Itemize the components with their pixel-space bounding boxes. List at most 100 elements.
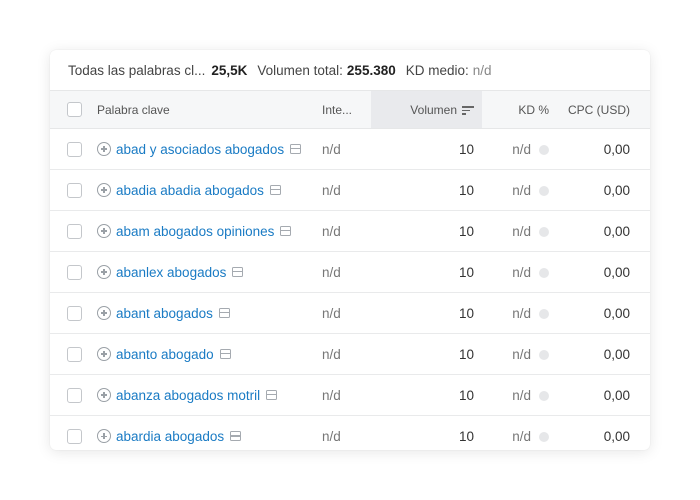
plus-circle-icon[interactable] (97, 347, 111, 361)
row-checkbox-cell (50, 128, 97, 170)
kd-cell: n/d (482, 251, 559, 293)
row-checkbox[interactable] (67, 387, 82, 403)
keyword-link[interactable]: abanlex abogados (116, 265, 226, 280)
kd-dot-icon (539, 431, 549, 442)
table-row: abardia abogados n/d 10 n/d 0,00 (50, 416, 650, 451)
intent-value: n/d (322, 374, 371, 416)
keyword-cell: abanlex abogados (97, 251, 322, 293)
row-checkbox[interactable] (67, 264, 82, 280)
kd-dot-icon (539, 226, 549, 237)
row-checkbox-cell (50, 251, 97, 293)
row-checkbox-cell (50, 169, 97, 211)
serp-features-icon[interactable] (230, 431, 242, 442)
intent-value: n/d (322, 128, 371, 170)
plus-circle-icon[interactable] (97, 429, 111, 444)
column-header-cpc[interactable]: CPC (USD) (559, 90, 650, 129)
column-header-volume[interactable]: Volumen (371, 90, 482, 129)
total-volume-label: Volumen total: (257, 62, 343, 78)
column-header-intent[interactable]: Inte... (322, 90, 371, 129)
intent-value: n/d (322, 292, 371, 334)
serp-features-icon[interactable] (218, 308, 230, 318)
average-kd-label: KD medio: (405, 62, 469, 78)
keyword-cell: abanza abogados motril (97, 374, 322, 416)
table-row: abanto abogado n/d 10 n/d 0,00 (50, 333, 650, 375)
keyword-cell: abant abogados (97, 292, 322, 334)
select-all-cell (50, 90, 97, 129)
kd-cell: n/d (482, 292, 559, 334)
volume-value: 10 (371, 374, 482, 416)
select-all-checkbox[interactable] (67, 102, 82, 118)
row-checkbox[interactable] (67, 346, 82, 362)
row-checkbox-cell (50, 333, 97, 375)
intent-value: n/d (322, 210, 371, 252)
volume-value: 10 (371, 251, 482, 293)
plus-circle-icon[interactable] (97, 142, 111, 156)
column-header-keyword[interactable]: Palabra clave (97, 90, 322, 129)
kd-cell: n/d (482, 333, 559, 375)
cpc-value: 0,00 (559, 333, 650, 375)
row-checkbox[interactable] (67, 305, 82, 321)
table-row: abanlex abogados n/d 10 n/d 0,00 (50, 251, 650, 293)
sort-descending-icon[interactable] (462, 105, 474, 115)
row-checkbox-cell (50, 416, 97, 451)
keyword-link[interactable]: abad y asociados abogados (116, 142, 284, 157)
keyword-link[interactable]: abant abogados (116, 306, 213, 321)
table-row: abant abogados n/d 10 n/d 0,00 (50, 292, 650, 334)
keyword-link[interactable]: abardia abogados (116, 429, 224, 444)
plus-circle-icon[interactable] (97, 265, 111, 279)
intent-value: n/d (322, 428, 341, 444)
volume-value: 10 (458, 428, 474, 444)
intent-value: n/d (322, 251, 371, 293)
kd-value: n/d (512, 223, 531, 239)
serp-features-icon[interactable] (232, 267, 244, 277)
table-row: abanza abogados motril n/d 10 n/d 0,00 (50, 374, 650, 416)
cpc-value: 0,00 (559, 292, 650, 334)
volume-value: 10 (371, 210, 482, 252)
cpc-value: 0,00 (559, 251, 650, 293)
plus-circle-icon[interactable] (97, 224, 111, 238)
kd-dot-icon (539, 390, 549, 401)
keyword-cell: abam abogados opiniones (97, 210, 322, 252)
kd-cell: n/d (482, 128, 559, 170)
kd-dot-icon (539, 267, 549, 278)
row-checkbox-cell (50, 292, 97, 334)
kd-value: n/d (512, 428, 531, 444)
kd-dot-icon (539, 308, 549, 319)
row-checkbox[interactable] (67, 141, 82, 157)
serp-features-icon[interactable] (269, 185, 281, 195)
plus-circle-icon[interactable] (97, 388, 111, 402)
kd-value: n/d (512, 182, 531, 198)
keyword-cell: abad y asociados abogados (97, 128, 322, 170)
total-volume-value: 255.380 (346, 62, 396, 78)
kd-cell: n/d (482, 416, 559, 451)
cpc-value: 0,00 (559, 169, 650, 211)
column-header-kd[interactable]: KD % (482, 90, 559, 129)
intent-value: n/d (322, 333, 371, 375)
table-row: abadia abadia abogados n/d 10 n/d 0,00 (50, 169, 650, 211)
plus-circle-icon[interactable] (97, 183, 111, 197)
kd-cell: n/d (482, 169, 559, 211)
keyword-link[interactable]: abadia abadia abogados (116, 183, 264, 198)
keyword-cell: abadia abadia abogados (97, 169, 322, 211)
keyword-link[interactable]: abanza abogados motril (116, 388, 260, 403)
row-checkbox-cell (50, 374, 97, 416)
serp-features-icon[interactable] (280, 226, 292, 236)
all-keywords-label: Todas las palabras cl... (68, 62, 206, 78)
table-header-row: Palabra clave Inte... Volumen KD % CPC (… (50, 90, 650, 129)
plus-circle-icon[interactable] (97, 306, 111, 320)
cpc-value: 0,00 (603, 428, 630, 444)
row-checkbox[interactable] (67, 223, 82, 239)
row-checkbox[interactable] (67, 429, 82, 445)
row-checkbox[interactable] (67, 182, 82, 198)
summary-bar: Todas las palabras cl... 25,5K Volumen t… (50, 50, 650, 90)
volume-value: 10 (371, 128, 482, 170)
kd-value: n/d (512, 387, 531, 403)
kd-value: n/d (512, 264, 531, 280)
kd-cell: n/d (482, 210, 559, 252)
volume-value: 10 (371, 292, 482, 334)
serp-features-icon[interactable] (290, 144, 302, 154)
serp-features-icon[interactable] (266, 390, 278, 400)
keyword-link[interactable]: abanto abogado (116, 347, 214, 362)
keyword-link[interactable]: abam abogados opiniones (116, 224, 274, 239)
serp-features-icon[interactable] (219, 349, 231, 359)
